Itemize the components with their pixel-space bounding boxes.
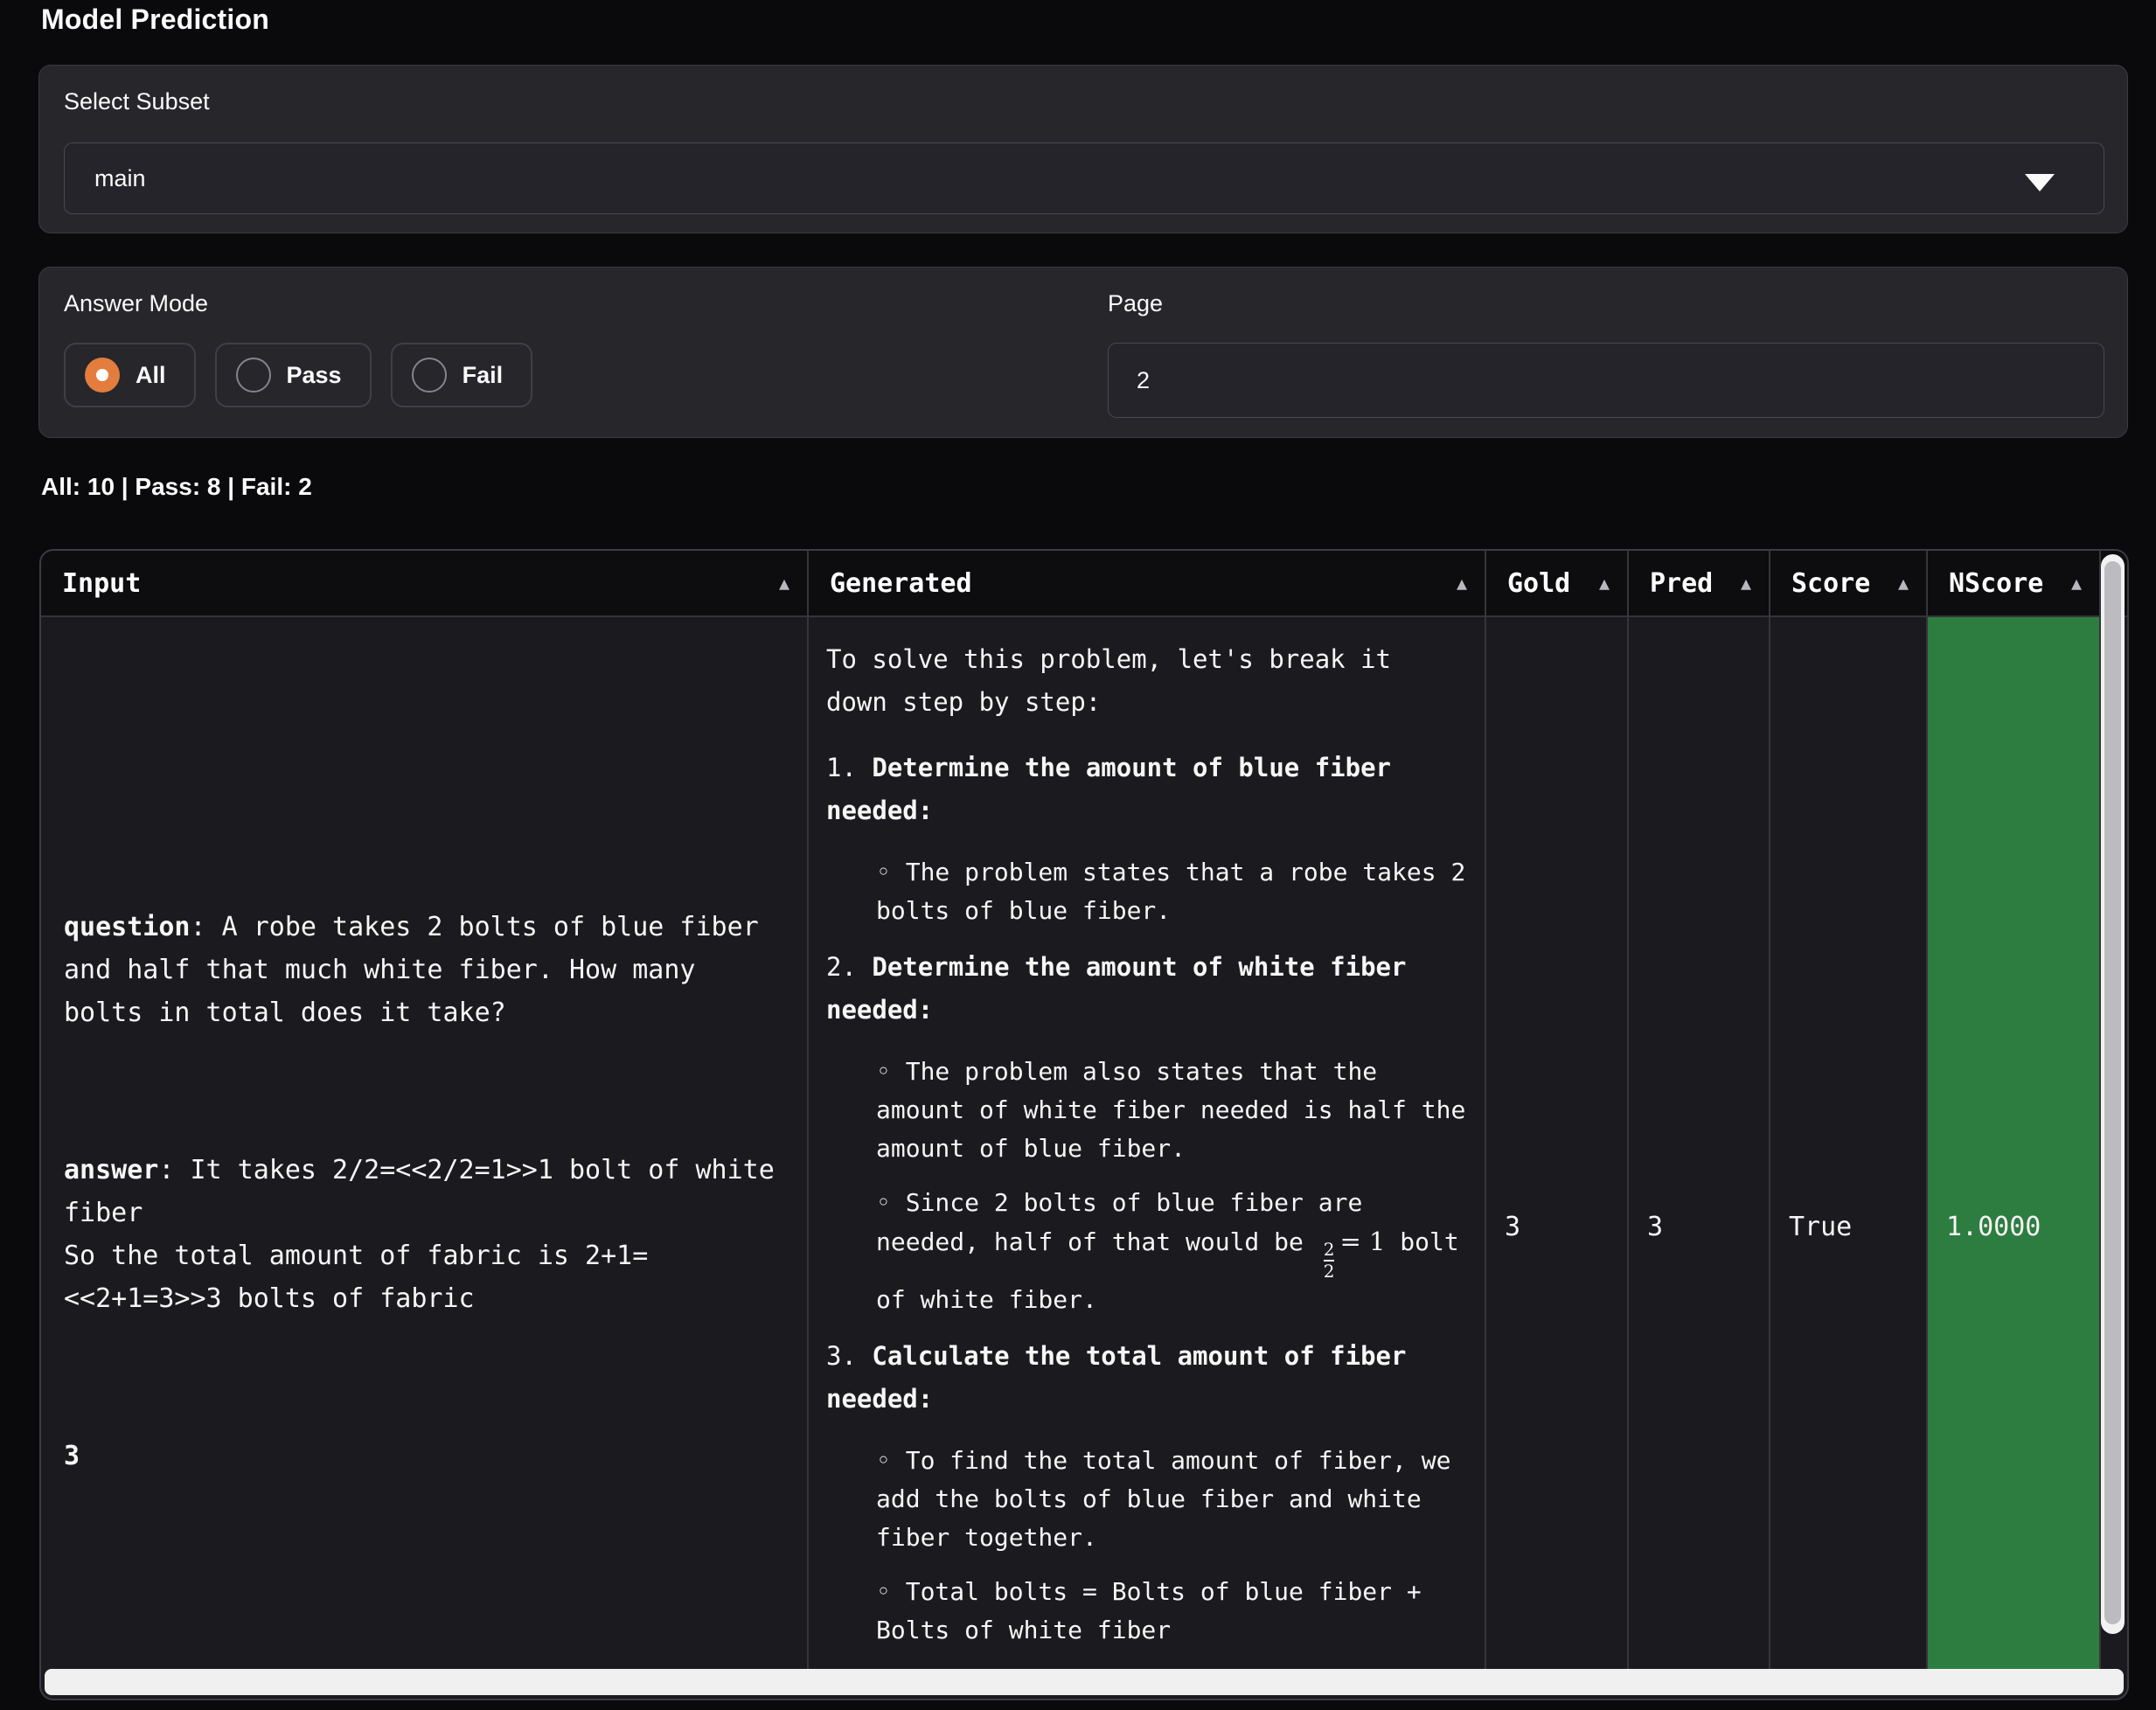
generated-step-heading-3: 3. Calculate the total amount of fiber n… xyxy=(826,1335,1471,1421)
column-header-score[interactable]: Score ▲ xyxy=(1770,551,1928,615)
column-header-pred[interactable]: Pred ▲ xyxy=(1629,551,1770,615)
bullet-marker-icon: ◦ xyxy=(876,858,906,886)
predictions-table: Input▲Generated▲Gold▲Pred▲Score▲NScore▲ … xyxy=(39,549,2129,1700)
answer-mode-option-pass[interactable]: Pass xyxy=(215,343,372,407)
cell-gold: 3 xyxy=(1486,617,1629,1670)
sort-asc-icon: ▲ xyxy=(1898,573,1909,594)
math-fraction: 22 xyxy=(1324,1241,1335,1281)
cell-generated: To solve this problem, let's break it do… xyxy=(809,617,1486,1670)
math-text: = 1 xyxy=(1339,1227,1385,1256)
page-label: Page xyxy=(1108,290,1163,317)
caret-down-icon xyxy=(2025,174,2055,191)
subset-select[interactable]: main xyxy=(64,142,2104,214)
subset-selected-value: main xyxy=(94,165,146,192)
answer-mode-option-all[interactable]: All xyxy=(64,343,196,407)
answer-mode-option-label: Pass xyxy=(287,362,342,389)
generated-step-heading-2: 2. Determine the amount of white fiber n… xyxy=(826,946,1471,1032)
bullet-marker-icon: ◦ xyxy=(876,1577,906,1606)
page-number-input[interactable] xyxy=(1108,343,2104,418)
column-header-label: Pred xyxy=(1650,568,1713,599)
cell-pred: 3 xyxy=(1629,617,1770,1670)
sort-asc-icon: ▲ xyxy=(2071,573,2082,594)
input-answer: answer: It takes 2/2=<<2/2=1>>1 bolt of … xyxy=(64,1106,775,1320)
generated-bullet: ◦ The problem also states that the amoun… xyxy=(876,1053,1471,1168)
generated-bullet: ◦ Since 2 bolts of blue fiber are needed… xyxy=(876,1184,1471,1319)
generated-bullet: ◦ Total bolts = Bolts of blue fiber + Bo… xyxy=(876,1573,1471,1650)
radio-unselected-icon xyxy=(412,358,447,393)
vertical-scrollbar-thumb[interactable] xyxy=(2104,561,2121,1624)
cell-score: True xyxy=(1770,617,1928,1670)
radio-selected-icon xyxy=(85,358,120,393)
generated-bullet: ◦ To find the total amount of fiber, we … xyxy=(876,1442,1471,1557)
column-header-input[interactable]: Input ▲ xyxy=(41,551,809,615)
bullet-marker-icon: ◦ xyxy=(876,1057,906,1086)
input-question: question: A robe takes 2 bolts of blue f… xyxy=(64,863,775,1034)
answer-mode-option-fail[interactable]: Fail xyxy=(391,343,533,407)
generated-intro: To solve this problem, let's break it do… xyxy=(826,638,1471,724)
column-header-nscore[interactable]: NScore ▲ xyxy=(1928,551,2101,615)
answer-mode-card: Answer Mode All Pass Fail Page xyxy=(38,267,2128,438)
column-header-label: Generated xyxy=(830,568,972,599)
column-header-label: NScore xyxy=(1949,568,2043,599)
answer-mode-label: Answer Mode xyxy=(64,290,208,317)
results-stats: All: 10 | Pass: 8 | Fail: 2 xyxy=(41,473,312,501)
column-header-generated[interactable]: Generated ▲ xyxy=(809,551,1486,615)
vertical-scrollbar[interactable] xyxy=(2101,554,2125,1634)
input-final-answer: 3 xyxy=(64,1392,775,1477)
table-header-row: Input ▲ Generated ▲ Gold ▲ Pred ▲ Score ▲ NScore ▲ xyxy=(41,551,2127,617)
bullet-marker-icon: ◦ xyxy=(876,1188,906,1217)
answer-mode-option-label: Fail xyxy=(462,362,504,389)
page-title: Model Prediction xyxy=(41,3,269,36)
column-header-label: Score xyxy=(1791,568,1870,599)
generated-bullet: ◦ The problem states that a robe takes 2… xyxy=(876,853,1471,930)
horizontal-scrollbar[interactable] xyxy=(45,1669,2124,1695)
sort-asc-icon: ▲ xyxy=(779,573,789,594)
sort-asc-icon: ▲ xyxy=(1599,573,1610,594)
bullet-marker-icon: ◦ xyxy=(876,1446,906,1475)
cell-input: question: A robe takes 2 bolts of blue f… xyxy=(41,617,809,1670)
subset-label: Select Subset xyxy=(64,88,210,115)
column-header-label: Input xyxy=(62,568,141,599)
sort-asc-icon: ▲ xyxy=(1741,573,1751,594)
generated-step-heading-1: 1. Determine the amount of blue fiber ne… xyxy=(826,747,1471,832)
table-row: question: A robe takes 2 bolts of blue f… xyxy=(41,617,2127,1670)
sort-asc-icon: ▲ xyxy=(1457,573,1467,594)
answer-mode-radio-group: All Pass Fail xyxy=(64,343,532,407)
subset-card: Select Subset main xyxy=(38,65,2128,233)
column-header-gold[interactable]: Gold ▲ xyxy=(1486,551,1629,615)
answer-mode-option-label: All xyxy=(136,362,166,389)
radio-unselected-icon xyxy=(236,358,271,393)
column-header-label: Gold xyxy=(1507,568,1570,599)
cell-nscore: 1.0000 xyxy=(1928,617,2101,1670)
